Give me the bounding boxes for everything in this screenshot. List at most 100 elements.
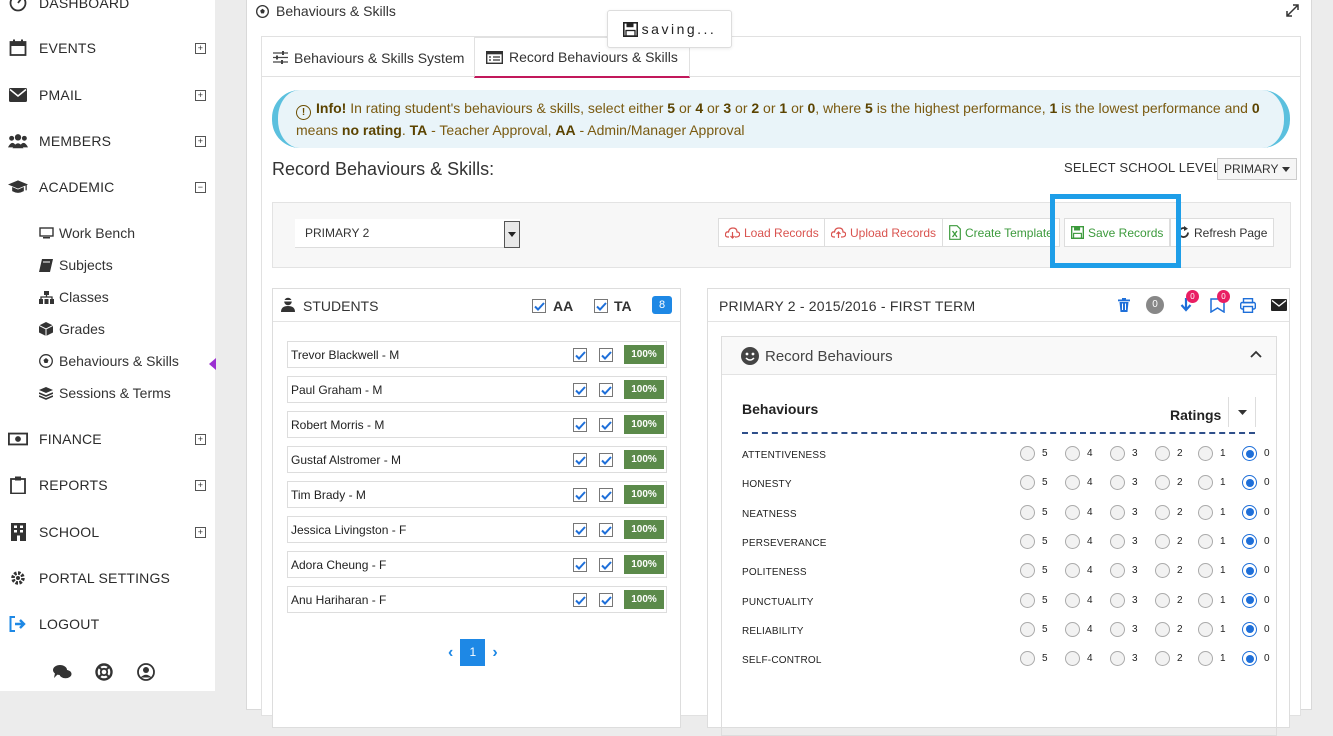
create-template-button[interactable]: Create Template	[942, 218, 1060, 247]
sidebar-sub-subjects[interactable]: Subjects	[38, 254, 113, 276]
student-row[interactable]: Anu Hariharan - F 100%	[287, 586, 667, 613]
rating-radio-2[interactable]	[1155, 475, 1170, 491]
student-aa-checkbox[interactable]	[573, 523, 587, 537]
user-profile-icon[interactable]	[136, 662, 156, 682]
rating-radio-2[interactable]	[1155, 446, 1170, 461]
bookmark-icon[interactable]: 0	[1206, 290, 1230, 315]
rating-radio-3[interactable]	[1110, 533, 1125, 549]
tab-behaviours-skills-system[interactable]: Behaviours & Skills System	[262, 37, 475, 78]
page-1-button[interactable]: 1	[460, 639, 486, 666]
sidebar-sub-grades[interactable]: Grades	[38, 318, 105, 340]
rating-radio-4[interactable]	[1065, 592, 1080, 608]
upload-records-button[interactable]: Upload Records	[824, 218, 944, 247]
support-icon[interactable]	[94, 662, 114, 682]
expand-events-toggle[interactable]: +	[195, 42, 206, 54]
fullscreen-icon[interactable]	[1286, 4, 1299, 17]
sidebar-item-academic[interactable]: ACADEMIC −	[0, 172, 215, 202]
student-ta-checkbox[interactable]	[599, 488, 613, 502]
chevron-up-icon[interactable]	[1250, 350, 1262, 358]
expand-members-toggle[interactable]: +	[195, 135, 206, 147]
ta-master-checkbox[interactable]	[594, 299, 608, 313]
rating-radio-4[interactable]	[1065, 651, 1080, 667]
student-ta-checkbox[interactable]	[599, 348, 613, 362]
rating-radio-4[interactable]	[1065, 563, 1080, 579]
prev-page-icon[interactable]: ‹	[448, 644, 453, 662]
student-aa-checkbox[interactable]	[573, 488, 587, 502]
aa-master-checkbox[interactable]	[532, 299, 546, 313]
student-row[interactable]: Gustaf Alstromer - M 100%	[287, 446, 667, 473]
rating-radio-5[interactable]	[1020, 563, 1035, 579]
expand-reports-toggle[interactable]: +	[195, 479, 206, 491]
rating-radio-0[interactable]	[1242, 563, 1257, 579]
student-ta-checkbox[interactable]	[599, 453, 613, 467]
student-ta-checkbox[interactable]	[599, 558, 613, 572]
rating-radio-3[interactable]	[1110, 621, 1125, 637]
rating-radio-0[interactable]	[1242, 621, 1257, 637]
rating-radio-5[interactable]	[1020, 533, 1035, 549]
next-page-icon[interactable]: ›	[492, 644, 497, 662]
rating-radio-4[interactable]	[1065, 504, 1080, 520]
sidebar-item-dashboard[interactable]: DASHBOARD	[0, 0, 215, 18]
envelope-icon[interactable]	[1268, 295, 1290, 315]
rating-radio-2[interactable]	[1155, 563, 1170, 579]
rating-radio-0[interactable]	[1242, 533, 1257, 549]
rating-radio-0[interactable]	[1242, 504, 1257, 520]
student-row[interactable]: Tim Brady - M 100%	[287, 481, 667, 508]
rating-radio-5[interactable]	[1020, 446, 1035, 461]
expand-pmail-toggle[interactable]: +	[195, 89, 206, 101]
rating-radio-1[interactable]	[1198, 475, 1213, 491]
rating-radio-2[interactable]	[1155, 592, 1170, 608]
student-row[interactable]: Trevor Blackwell - M 100%	[287, 341, 667, 368]
rating-radio-3[interactable]	[1110, 651, 1125, 667]
rating-radio-1[interactable]	[1198, 621, 1213, 637]
rating-radio-2[interactable]	[1155, 621, 1170, 637]
rating-radio-3[interactable]	[1110, 475, 1125, 491]
student-aa-checkbox[interactable]	[573, 558, 587, 572]
load-records-button[interactable]: Load Records	[718, 218, 826, 247]
rating-radio-3[interactable]	[1110, 563, 1125, 579]
rating-radio-1[interactable]	[1198, 533, 1213, 549]
rating-radio-5[interactable]	[1020, 475, 1035, 491]
expand-school-toggle[interactable]: +	[195, 526, 206, 538]
school-level-dropdown[interactable]: PRIMARY	[1217, 158, 1298, 180]
rating-radio-3[interactable]	[1110, 592, 1125, 608]
sidebar-item-school[interactable]: SCHOOL +	[0, 517, 215, 547]
sidebar-item-reports[interactable]: REPORTS +	[0, 470, 215, 500]
rating-radio-2[interactable]	[1155, 533, 1170, 549]
student-aa-checkbox[interactable]	[573, 593, 587, 607]
sidebar-sub-behaviours-skills[interactable]: Behaviours & Skills	[38, 350, 179, 372]
rating-radio-3[interactable]	[1110, 504, 1125, 520]
student-aa-checkbox[interactable]	[573, 348, 587, 362]
student-ta-checkbox[interactable]	[599, 523, 613, 537]
rating-radio-5[interactable]	[1020, 651, 1035, 667]
sidebar-item-logout[interactable]: LOGOUT	[0, 609, 215, 639]
class-select[interactable]: PRIMARY 2	[295, 219, 520, 248]
refresh-page-button[interactable]: Refresh Page	[1170, 218, 1275, 247]
student-aa-checkbox[interactable]	[573, 418, 587, 432]
rating-radio-3[interactable]	[1110, 446, 1125, 461]
student-row[interactable]: Paul Graham - M 100%	[287, 376, 667, 403]
student-ta-checkbox[interactable]	[599, 593, 613, 607]
trash-icon[interactable]	[1113, 295, 1135, 315]
student-aa-checkbox[interactable]	[573, 453, 587, 467]
student-row[interactable]: Robert Morris - M 100%	[287, 411, 667, 438]
sidebar-sub-classes[interactable]: Classes	[38, 286, 109, 308]
sidebar-item-finance[interactable]: FINANCE +	[0, 424, 215, 454]
download-icon[interactable]: 0	[1175, 290, 1199, 315]
sidebar-sub-sessions-terms[interactable]: Sessions & Terms	[38, 382, 171, 404]
save-records-button[interactable]: Save Records	[1064, 218, 1171, 247]
sidebar-item-pmail[interactable]: PMAIL +	[0, 80, 215, 110]
rating-radio-4[interactable]	[1065, 621, 1080, 637]
collapse-academic-toggle[interactable]: −	[195, 181, 206, 193]
rating-radio-1[interactable]	[1198, 651, 1213, 667]
student-aa-checkbox[interactable]	[573, 383, 587, 397]
student-ta-checkbox[interactable]	[599, 418, 613, 432]
rating-radio-1[interactable]	[1198, 563, 1213, 579]
rating-radio-0[interactable]	[1242, 446, 1257, 461]
rating-radio-4[interactable]	[1065, 475, 1080, 491]
student-row[interactable]: Adora Cheung - F 100%	[287, 551, 667, 578]
rating-radio-5[interactable]	[1020, 504, 1035, 520]
expand-finance-toggle[interactable]: +	[195, 433, 206, 445]
sidebar-item-events[interactable]: EVENTS +	[0, 33, 215, 63]
class-select-arrow[interactable]	[504, 221, 520, 248]
